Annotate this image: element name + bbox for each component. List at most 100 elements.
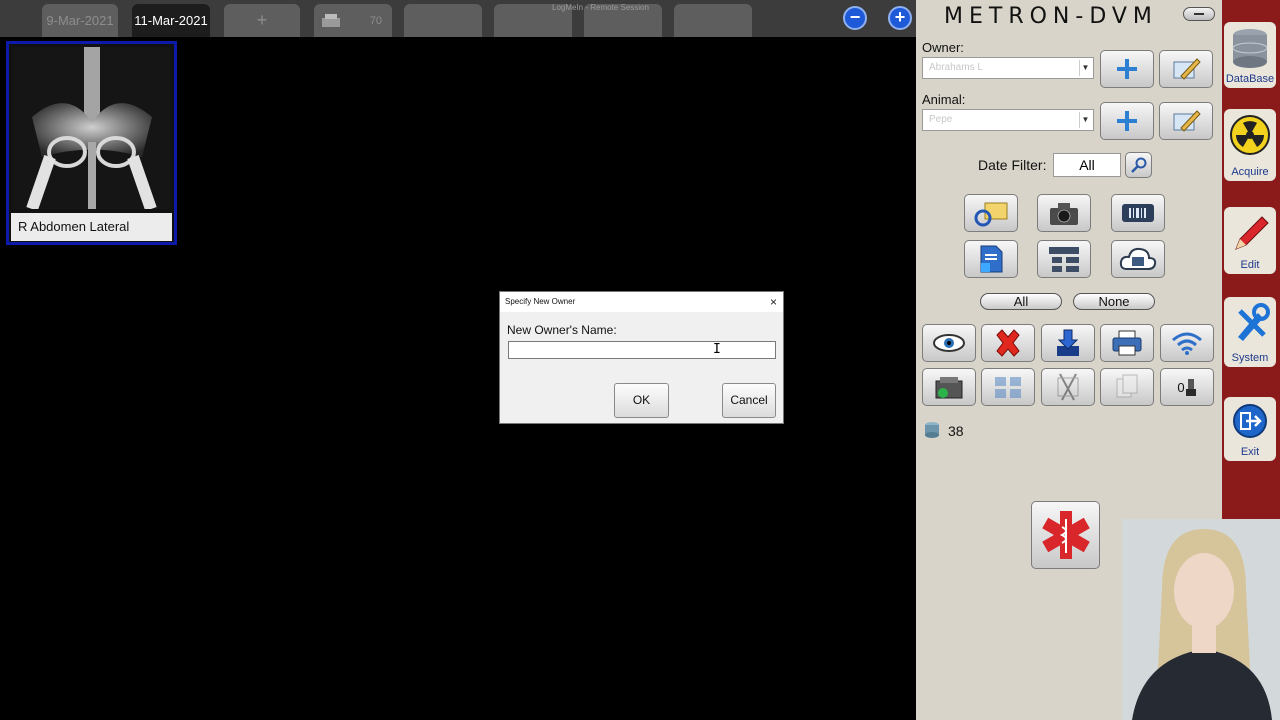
barcode-icon xyxy=(1122,204,1154,222)
edit-form-icon xyxy=(1173,110,1201,132)
select-all-button[interactable]: All xyxy=(980,293,1062,310)
add-animal-button[interactable] xyxy=(1100,102,1154,140)
owner-value: Abrahams L xyxy=(929,62,983,73)
plus-icon xyxy=(1117,111,1137,131)
import-images-button[interactable] xyxy=(964,194,1018,232)
xray-image xyxy=(12,47,171,209)
owner-select[interactable]: Abrahams L ▼ xyxy=(922,57,1094,79)
new-document-button[interactable] xyxy=(964,240,1018,278)
hierarchy-icon xyxy=(1049,247,1079,272)
edit-animal-button[interactable] xyxy=(1159,102,1213,140)
emergency-star-of-life-icon xyxy=(1041,511,1090,559)
tab-printer-queue[interactable]: 70 xyxy=(314,4,392,37)
dialog-title: Specify New Owner xyxy=(500,292,783,312)
copy-button[interactable] xyxy=(1100,368,1154,406)
nav-edit-label: Edit xyxy=(1240,259,1260,271)
tab-add-study[interactable]: + xyxy=(224,4,300,37)
print-count-value: 0 xyxy=(1177,379,1185,395)
storage-icon xyxy=(923,421,941,444)
webcam-overlay xyxy=(1122,519,1280,720)
database-icon xyxy=(1230,28,1270,73)
cloud-icon xyxy=(1119,247,1157,270)
cancel-button[interactable]: Cancel xyxy=(722,383,776,418)
split-button[interactable] xyxy=(1041,368,1095,406)
tab-label: 9-Mar-2021 xyxy=(46,13,114,28)
ok-button[interactable]: OK xyxy=(614,383,669,418)
usb-icon xyxy=(1185,379,1196,396)
download-button[interactable] xyxy=(1041,324,1095,362)
owner-name-input[interactable] xyxy=(508,341,776,359)
select-none-button[interactable]: None xyxy=(1073,293,1155,310)
archive-button[interactable] xyxy=(922,368,976,406)
zoom-in-button[interactable]: + xyxy=(888,6,912,30)
delete-button[interactable] xyxy=(981,324,1035,362)
date-filter-search-button[interactable] xyxy=(1125,152,1152,178)
app-brand: METRON-DVM xyxy=(944,4,1158,29)
presenter-photo xyxy=(1122,519,1280,720)
compare-icon xyxy=(995,377,1021,398)
compare-button[interactable] xyxy=(981,368,1035,406)
tab-study-9-mar[interactable]: 9-Mar-2021 xyxy=(42,4,118,37)
chevron-down-icon: ▼ xyxy=(1079,60,1091,76)
image-thumbnail[interactable]: R Abdomen Lateral xyxy=(6,41,177,245)
minus-icon: − xyxy=(849,7,861,27)
minimize-button[interactable] xyxy=(1183,7,1215,21)
nav-acquire-label: Acquire xyxy=(1231,166,1269,178)
add-tab-label: + xyxy=(256,10,268,30)
magnifier-icon xyxy=(1130,157,1146,173)
text-cursor-icon: I xyxy=(713,342,721,357)
hierarchy-button[interactable] xyxy=(1037,240,1091,278)
study-tab-bar: 9-Mar-2021 11-Mar-2021 + 70 LogMeIn - Re… xyxy=(0,0,916,37)
barcode-button[interactable] xyxy=(1111,194,1165,232)
import-folder-icon xyxy=(974,202,1008,227)
close-icon[interactable]: × xyxy=(770,295,777,309)
plus-icon xyxy=(1117,59,1137,79)
emergency-button[interactable] xyxy=(1031,501,1100,569)
printer-icon xyxy=(1112,330,1142,356)
camera-button[interactable] xyxy=(1037,194,1091,232)
cloud-images-button[interactable] xyxy=(1111,240,1165,278)
nav-edit[interactable]: Edit xyxy=(1224,207,1276,274)
date-filter-select[interactable]: All xyxy=(1053,153,1121,177)
nav-system-label: System xyxy=(1231,352,1269,364)
chevron-down-icon: ▼ xyxy=(1079,112,1091,128)
tab-empty-1[interactable] xyxy=(404,4,482,37)
zoom-out-button[interactable]: − xyxy=(843,6,867,30)
tools-icon xyxy=(1230,303,1270,348)
animal-label: Animal: xyxy=(922,92,966,107)
date-filter-label: Date Filter: xyxy=(978,157,1047,173)
add-owner-button[interactable] xyxy=(1100,50,1154,88)
tab-empty-4[interactable] xyxy=(674,4,752,37)
camera-icon xyxy=(1050,203,1078,225)
nav-database[interactable]: DataBase xyxy=(1224,22,1276,88)
thumbnail-caption: R Abdomen Lateral xyxy=(11,213,172,241)
owner-name-label: New Owner's Name: xyxy=(507,323,617,337)
tab-study-11-mar[interactable]: 11-Mar-2021 xyxy=(132,4,210,37)
edit-owner-button[interactable] xyxy=(1159,50,1213,88)
view-button[interactable] xyxy=(922,324,976,362)
download-icon xyxy=(1057,329,1079,356)
plus-icon: + xyxy=(894,7,906,27)
nav-exit[interactable]: Exit xyxy=(1224,397,1276,461)
print-count-button[interactable]: 0 xyxy=(1160,368,1214,406)
scissors-icon xyxy=(1057,373,1079,401)
app-window: 9-Mar-2021 11-Mar-2021 + 70 LogMeIn - Re… xyxy=(0,0,1280,720)
radiation-icon xyxy=(1230,115,1270,160)
owner-label: Owner: xyxy=(922,40,964,55)
image-count: 38 xyxy=(948,423,964,439)
delete-x-icon xyxy=(996,329,1020,357)
print-button[interactable] xyxy=(1100,324,1154,362)
nav-acquire[interactable]: Acquire xyxy=(1224,109,1276,181)
wireless-send-button[interactable] xyxy=(1160,324,1214,362)
nav-system[interactable]: System xyxy=(1224,297,1276,367)
specify-new-owner-dialog: Specify New Owner × New Owner's Name: OK… xyxy=(499,291,784,424)
tab-count: 70 xyxy=(369,14,382,27)
animal-select[interactable]: Pepe ▼ xyxy=(922,109,1094,131)
nav-exit-label: Exit xyxy=(1240,446,1260,458)
wifi-icon xyxy=(1172,332,1202,355)
archive-drive-icon xyxy=(935,377,963,399)
new-document-icon xyxy=(980,245,1003,273)
remote-session-label: LogMeIn - Remote Session xyxy=(552,3,649,12)
exit-icon xyxy=(1230,403,1270,446)
printer-icon xyxy=(320,14,342,31)
